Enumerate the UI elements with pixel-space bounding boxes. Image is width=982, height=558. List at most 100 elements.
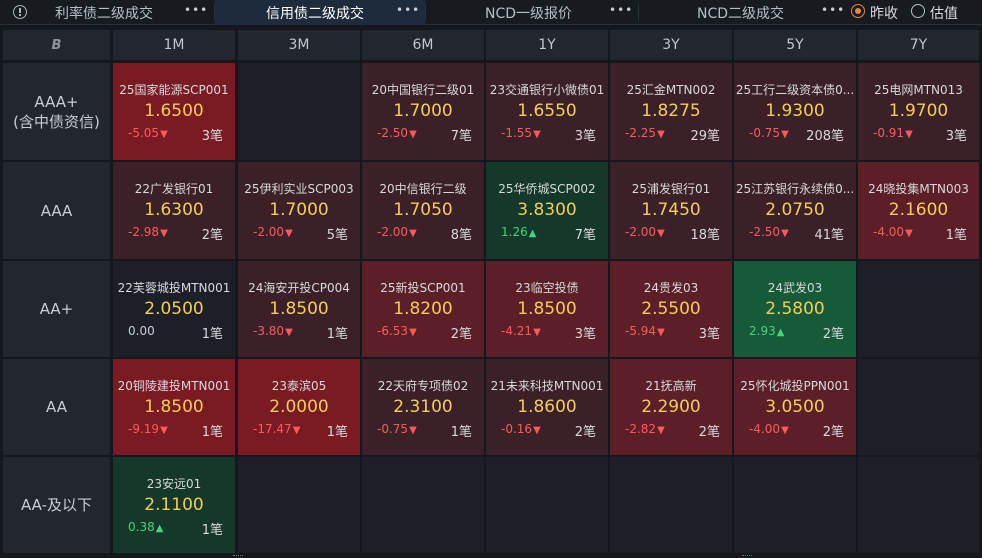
empty-cell (734, 457, 856, 553)
tab-rate-bond-secondary[interactable]: 利率债二级成交 ••• (30, 0, 214, 25)
arrow-down-icon: ▼ (905, 129, 913, 140)
bond-yield: 2.0500 (144, 299, 204, 319)
tenor-header-3y[interactable]: 3Y (610, 30, 732, 60)
bond-cell[interactable]: 24武发03 2.5800 2.93▲ 2笔 (734, 261, 856, 357)
bond-yield: 1.8500 (517, 299, 577, 319)
tenor-header-3m[interactable]: 3M (238, 30, 360, 60)
more-icon[interactable]: ••• (184, 3, 208, 17)
bond-cell[interactable]: 23安远01 2.1100 0.38▲ 1笔 (113, 457, 235, 553)
tenor-header-6m[interactable]: 6M (362, 30, 484, 60)
trade-count: 3笔 (945, 129, 967, 144)
radio-valuation-label[interactable]: 估值 (930, 3, 958, 23)
bond-change-value: -0.91 (873, 126, 905, 140)
more-icon[interactable]: ••• (609, 3, 633, 17)
bond-change-value: -6.53 (377, 324, 409, 338)
bond-yield: 1.6500 (144, 101, 204, 121)
arrow-down-icon: ▼ (409, 228, 417, 239)
bond-yield: 1.7000 (269, 200, 329, 220)
bond-cell[interactable]: 25国家能源SCP001 1.6500 -5.05▼ 3笔 (113, 63, 235, 160)
bond-yield: 2.3100 (393, 397, 453, 417)
bond-change-value: 1.26 (501, 225, 528, 239)
bond-cell[interactable]: 25怀化城投PPN001 3.0500 -4.00▼ 2笔 (734, 359, 856, 455)
bond-cell[interactable]: 21抚高新 2.2900 -2.82▼ 2笔 (610, 359, 732, 455)
rating-header[interactable]: AAA+ (含中债资信) (3, 63, 110, 160)
tenor-header-1y[interactable]: 1Y (486, 30, 608, 60)
bond-cell[interactable]: 25工行二级资本债0... 1.9300 -0.75▼ 208笔 (734, 63, 856, 160)
bond-cell[interactable]: 25浦发银行01 1.7450 -2.00▼ 18笔 (610, 162, 732, 259)
rating-header[interactable]: AA (3, 359, 110, 455)
bond-cell[interactable]: 23泰滨05 2.0000 -17.47▼ 1笔 (238, 359, 360, 455)
arrow-up-icon: ▲ (528, 228, 537, 239)
bond-name: 25国家能源SCP001 (119, 83, 229, 97)
bond-cell[interactable]: 21未来科技MTN001 1.8600 -0.16▼ 2笔 (486, 359, 608, 455)
bond-yield: 1.8200 (393, 299, 453, 319)
more-icon[interactable]: ••• (396, 3, 420, 17)
tab-ncd-secondary[interactable]: NCD二级成交 ••• (639, 0, 844, 25)
bond-cell[interactable]: 24晓投集MTN003 2.1600 -4.00▼ 1笔 (858, 162, 979, 259)
tab-ncd-primary-quote[interactable]: NCD一级报价 ••• (426, 0, 638, 25)
arrow-down-icon: ▼ (533, 129, 541, 140)
bond-cell[interactable]: 20中国银行二级01 1.7000 -2.50▼ 7笔 (362, 63, 484, 160)
bond-cell[interactable]: 25江苏银行永续债0... 2.0750 -2.50▼ 41笔 (734, 162, 856, 259)
radio-prev-close[interactable] (851, 4, 865, 18)
arrow-down-icon: ▼ (409, 327, 417, 338)
bond-cell[interactable]: 25新投SCP001 1.8200 -6.53▼ 2笔 (362, 261, 484, 357)
info-icon[interactable] (13, 5, 27, 19)
rating-header[interactable]: AA-及以下 (3, 457, 110, 553)
bond-name: 25江苏银行永续债0... (735, 182, 855, 196)
bond-name: 23安远01 (146, 477, 202, 491)
rating-label: AA (46, 398, 67, 416)
bond-yield: 2.5800 (765, 299, 825, 319)
bond-cell[interactable]: 25伊利实业SCP003 1.7000 -2.00▼ 5笔 (238, 162, 360, 259)
bond-change: -4.00▼ (873, 225, 913, 239)
arrow-down-icon: ▼ (409, 425, 417, 436)
bond-yield: 1.8500 (144, 397, 204, 417)
arrow-down-icon: ▼ (657, 228, 665, 239)
bond-name: 23交通银行小微债01 (489, 83, 605, 97)
bond-change-value: -17.47 (253, 422, 292, 436)
bond-yield: 1.8500 (269, 299, 329, 319)
rating-header[interactable]: AAA (3, 162, 110, 259)
arrow-down-icon: ▼ (409, 129, 417, 140)
trade-count: 3笔 (574, 327, 596, 342)
trade-count: 2笔 (822, 327, 844, 342)
radio-prev-close-label[interactable]: 昨收 (870, 3, 898, 23)
bond-cell[interactable]: 23临空投债 1.8500 -4.21▼ 3笔 (486, 261, 608, 357)
bond-cell[interactable]: 24贵发03 2.5500 -5.94▼ 3笔 (610, 261, 732, 357)
radio-valuation[interactable] (911, 4, 925, 18)
bond-cell[interactable]: 22天府专项债02 2.3100 -0.75▼ 1笔 (362, 359, 484, 455)
bond-change-value: 2.93 (749, 324, 776, 338)
tab-bar: 利率债二级成交 ••• 信用债二级成交 ••• NCD一级报价 ••• NCD二… (0, 0, 982, 25)
tenor-header-7y[interactable]: 7Y (858, 30, 979, 60)
bond-yield: 1.9700 (888, 101, 949, 121)
bond-name: 21未来科技MTN001 (490, 379, 604, 393)
bond-cell[interactable]: 25华侨城SCP002 3.8300 1.26▲ 7笔 (486, 162, 608, 259)
tenor-header-5y[interactable]: 5Y (734, 30, 856, 60)
bond-change: -0.75▼ (377, 422, 417, 436)
bond-yield: 2.2900 (641, 397, 701, 417)
bond-cell[interactable]: 25汇金MTN002 1.8275 -2.25▼ 29笔 (610, 63, 732, 160)
bond-change-value: -5.94 (625, 324, 657, 338)
tab-credit-bond-secondary[interactable]: 信用债二级成交 ••• (215, 0, 425, 25)
bond-change: -6.53▼ (377, 324, 417, 338)
arrow-down-icon: ▼ (905, 228, 913, 239)
bond-cell[interactable]: 20中信银行二级 1.7050 -2.00▼ 8笔 (362, 162, 484, 259)
more-icon[interactable]: ••• (821, 3, 845, 17)
bond-cell[interactable]: 20铜陵建投MTN001 1.8500 -9.19▼ 1笔 (113, 359, 235, 455)
bond-change: -0.75▼ (749, 126, 789, 140)
bond-change: -0.16▼ (501, 422, 541, 436)
bond-cell[interactable]: 24海安开投CP004 1.8500 -3.80▼ 1笔 (238, 261, 360, 357)
bond-change-value: -4.21 (501, 324, 533, 338)
bond-yield: 1.8275 (641, 101, 701, 121)
bond-cell[interactable]: 25电网MTN013 1.9700 -0.91▼ 3笔 (858, 63, 979, 160)
credit-bond-matrix: B 1M 3M 6M 1Y 3Y 5Y 7Y AAA+ (含中债资信) AAA AA+ AA AA-及以… (0, 25, 982, 558)
tenor-header-1m[interactable]: 1M (113, 30, 235, 60)
bond-cell[interactable]: 22广发银行01 1.6300 -2.98▼ 2笔 (113, 162, 235, 259)
bond-name: 23临空投债 (515, 281, 579, 295)
bond-cell[interactable]: 23交通银行小微债01 1.6550 -1.55▼ 3笔 (486, 63, 608, 160)
bond-name: 20中国银行二级01 (371, 83, 475, 97)
bond-cell[interactable]: 22芙蓉城投MTN001 2.0500 0.00 1笔 (113, 261, 235, 357)
rating-header[interactable]: AA+ (3, 261, 110, 357)
arrow-down-icon: ▼ (781, 228, 789, 239)
arrow-down-icon: ▼ (292, 425, 301, 436)
